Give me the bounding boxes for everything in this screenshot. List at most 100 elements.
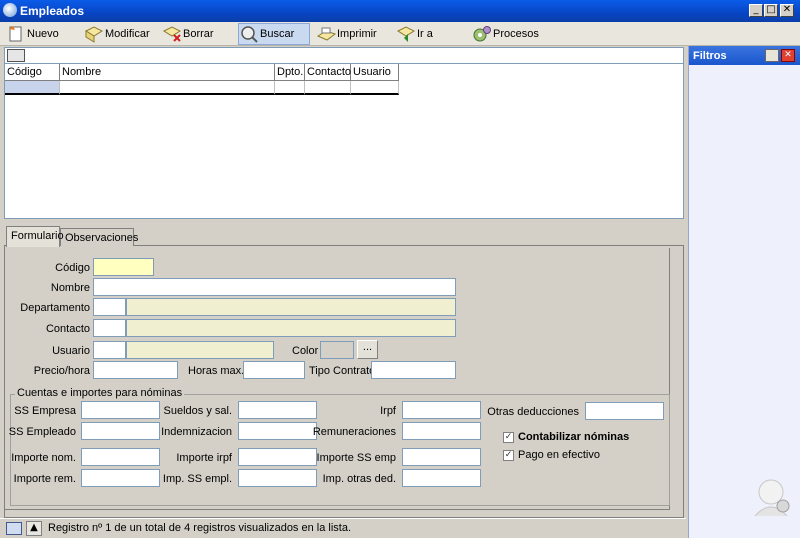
column-header-codigo[interactable]: Código [5,64,60,81]
ss-empresa-field[interactable] [81,401,160,419]
otras-deducciones-field[interactable] [585,402,664,420]
usuario-code-field[interactable] [93,341,126,359]
go-to-icon [396,25,416,43]
contacto-code-field[interactable] [93,319,126,337]
minimize-button[interactable]: _ [749,4,763,17]
chevron-up-icon[interactable]: ▲ [26,521,42,536]
table-cell[interactable] [305,81,351,95]
importe-nom-label: Importe nom. [11,452,76,464]
imprimir-button[interactable]: Imprimir [316,23,392,45]
color-label: Color [292,345,319,357]
sueldos-field[interactable] [238,401,317,419]
filters-panel: Filtros ✕ [688,46,800,538]
imp-ss-empl-label: Imp. SS empl. [162,473,232,485]
employees-grid[interactable]: Código Nombre Dpto. Contacto Usuario [4,64,684,219]
window-titlebar: Empleados _ □ ✕ [0,0,800,22]
departamento-code-field[interactable] [93,298,126,316]
irpf-label: Irpf [380,405,396,417]
pago-efectivo-checkbox[interactable]: ✓ [503,450,514,461]
buscar-button[interactable]: Buscar [238,23,310,45]
table-cell[interactable] [60,81,275,95]
maximize-button[interactable]: □ [764,4,778,17]
close-filters-icon[interactable]: ✕ [781,49,795,62]
column-header-contacto[interactable]: Contacto [305,64,351,81]
codigo-label: Código [55,262,90,274]
table-cell[interactable] [275,81,305,95]
contabilizar-checkbox[interactable]: ✓ [503,432,514,443]
otras-deducciones-label: Otras deducciones [487,406,579,418]
precio-hora-label: Precio/hora [33,365,90,377]
indemnizacion-field[interactable] [238,422,317,440]
ss-empresa-label: SS Empresa [14,405,76,417]
quick-search-bar [4,47,684,64]
filters-title: Filtros [693,50,727,62]
new-document-icon [6,25,26,43]
column-header-nombre[interactable]: Nombre [60,64,275,81]
nombre-field[interactable] [93,278,456,296]
filters-header: Filtros ✕ [689,46,800,65]
imp-ss-empl-field[interactable] [238,469,317,487]
employee-form: Código Nombre Departamento Contacto Usua… [5,248,670,510]
search-icon [239,25,259,43]
tipo-contrato-field[interactable] [371,361,456,379]
irpf-field[interactable] [402,401,481,419]
nuevo-button[interactable]: Nuevo [6,23,78,45]
usuario-name-field [126,341,274,359]
ir-a-button[interactable]: Ir a [396,23,456,45]
keyboard-icon[interactable] [7,49,25,62]
delete-icon [162,25,182,43]
importe-ss-emp-label: Importe SS emp [316,452,396,464]
column-header-usuario[interactable]: Usuario [351,64,399,81]
importe-nom-field[interactable] [81,448,160,466]
printer-icon [316,25,337,43]
column-header-dpto[interactable]: Dpto. [275,64,305,81]
importe-rem-label: Importe rem. [13,473,76,485]
tab-formulario[interactable]: Formulario [6,226,64,247]
quick-search-input[interactable] [29,49,679,62]
tipo-contrato-label: Tipo Contrato [309,365,376,377]
contabilizar-label: Contabilizar nóminas [518,431,630,443]
tab-strip: Formulario Observaciones [4,226,684,247]
imp-otras-ded-label: Imp. otras ded. [322,473,396,485]
codigo-field[interactable] [93,258,154,276]
status-text: Registro nº 1 de un total de 4 registros… [48,522,352,534]
table-cell[interactable] [5,81,60,95]
usuario-label: Usuario [52,345,90,357]
modificar-button[interactable]: Modificar [84,23,164,45]
remuneraciones-label: Remuneraciones [312,426,396,438]
tab-observaciones[interactable]: Observaciones [60,228,138,246]
departamento-label: Departamento [20,302,90,314]
pago-efectivo-label: Pago en efectivo [518,449,600,461]
gears-icon [472,25,492,43]
horas-max-field[interactable] [243,361,305,379]
borrar-button[interactable]: Borrar [162,23,232,45]
ss-empleado-field[interactable] [81,422,160,440]
remuneraciones-field[interactable] [402,422,481,440]
sueldos-label: Sueldos y sal. [163,405,232,417]
pin-icon[interactable] [765,49,779,62]
indemnizacion-label: Indemnizacion [161,426,232,438]
edit-icon [84,25,104,43]
imp-otras-ded-field[interactable] [402,469,481,487]
toolbar: Nuevo Modificar Borrar Buscar Imprimir I… [0,22,800,46]
color-swatch [320,341,354,359]
importe-irpf-field[interactable] [238,448,317,466]
table-cell[interactable] [351,81,399,95]
color-picker-button[interactable]: ... [357,340,378,359]
precio-hora-field[interactable] [93,361,178,379]
departamento-name-field [126,298,456,316]
importe-rem-field[interactable] [81,469,160,487]
ss-empleado-label: SS Empleado [8,426,76,438]
importe-ss-emp-field[interactable] [402,448,481,466]
contacto-name-field [126,319,456,337]
window-title: Empleados [20,4,85,18]
nominas-group-title: Cuentas e importes para nóminas [15,387,185,399]
nombre-label: Nombre [50,282,90,294]
user-settings-icon [754,479,790,516]
horas-max-label: Horas max. [188,365,245,377]
record-icon[interactable] [6,522,22,535]
close-window-button[interactable]: ✕ [780,4,794,17]
contacto-label: Contacto [45,323,90,335]
procesos-button[interactable]: Procesos [472,23,552,45]
importe-irpf-label: Importe irpf [176,452,232,464]
